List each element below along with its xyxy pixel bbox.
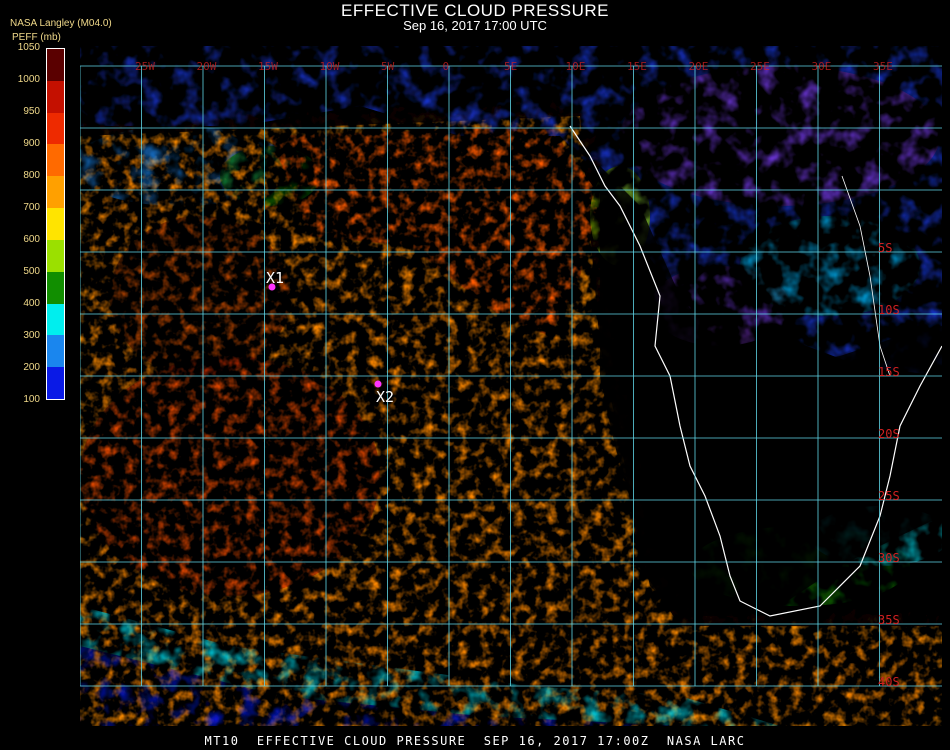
longitude-label: 25E (750, 60, 770, 73)
legend-tick-label: 500 (23, 266, 40, 277)
marker-x1-label: X1 (266, 269, 284, 287)
legend-tick-label: 800 (23, 170, 40, 181)
legend-tick-label: 1050 (17, 42, 40, 53)
legend-tick-label: 1000 (17, 74, 40, 85)
longitude-label: 10E (566, 60, 586, 73)
longitude-label: 5W (381, 60, 395, 73)
legend-swatch (47, 144, 64, 177)
marker-x2-label: X2 (376, 388, 394, 406)
cloud-pressure-map[interactable]: 5S 10S 15S 20S 25S 30S 35S 40S 25W 20W 15W 10W 5W 0 5… (80, 46, 942, 726)
legend-tick-label: 100 (23, 394, 40, 405)
legend-swatch (47, 239, 64, 272)
legend-swatch (47, 303, 64, 336)
legend-swatch (47, 80, 64, 113)
latitude-label: 10S (878, 303, 900, 317)
legend-swatch (47, 335, 64, 368)
legend-swatch (47, 367, 64, 399)
latitude-label: 40S (878, 675, 900, 689)
footer-caption: MT10 EFFECTIVE CLOUD PRESSURE SEP 16, 20… (204, 734, 746, 748)
legend-tick-label: 700 (23, 202, 40, 213)
map-svg[interactable]: 5S 10S 15S 20S 25S 30S 35S 40S 25W 20W 15W 10W 5W 0 5… (80, 46, 942, 726)
legend-tick-label: 600 (23, 234, 40, 245)
legend-swatch (47, 49, 64, 81)
longitude-label: 0 (443, 60, 450, 73)
longitude-label: 5E (504, 60, 517, 73)
latitude-label: 20S (878, 427, 900, 441)
longitude-label: 30E (812, 60, 832, 73)
latitude-label: 30S (878, 551, 900, 565)
longitude-label: 10W (320, 60, 340, 73)
latitude-label: 15S (878, 365, 900, 379)
longitude-label: 15E (627, 60, 647, 73)
longitude-label: 20E (689, 60, 709, 73)
map-timestamp: Sep 16, 2017 17:00 UTC (403, 18, 547, 33)
latitude-label: 35S (878, 613, 900, 627)
legend-tick-label: 400 (23, 298, 40, 309)
latitude-label: 5S (878, 241, 892, 255)
legend-swatch (47, 176, 64, 209)
legend-swatch (47, 208, 64, 240)
longitude-label: 20W (197, 60, 217, 73)
longitude-label: 35E (873, 60, 893, 73)
legend-swatch (47, 271, 64, 304)
legend-tick-label: 900 (23, 138, 40, 149)
longitude-label: 15W (258, 60, 278, 73)
color-legend (46, 48, 65, 400)
legend-tick-label: 200 (23, 362, 40, 373)
legend-tick-label: 950 (23, 106, 40, 117)
latitude-label: 25S (878, 489, 900, 503)
longitude-label: 25W (135, 60, 155, 73)
producer-label: NASA Langley (M04.0) (10, 18, 112, 29)
legend-swatch (47, 112, 64, 145)
marker-x2-dot (374, 380, 382, 388)
legend-tick-label: 300 (23, 330, 40, 341)
